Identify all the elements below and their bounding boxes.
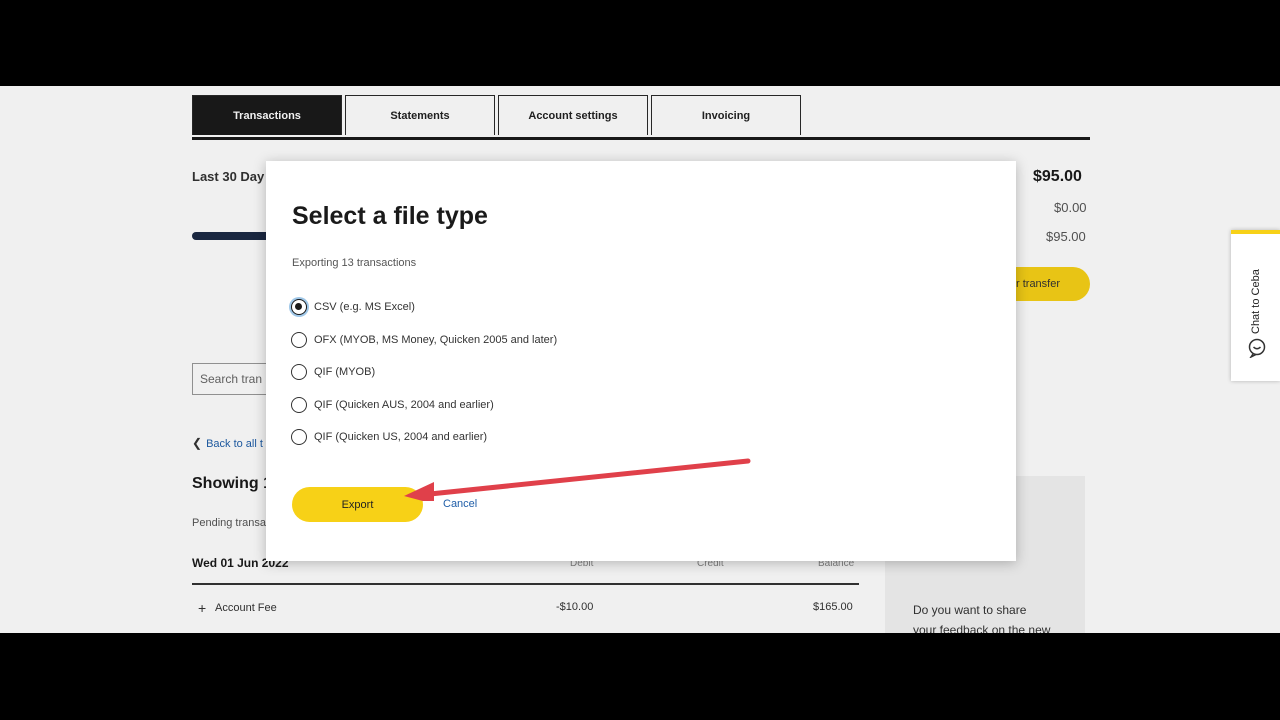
option-qif-myob-label: QIF (MYOB) [314, 366, 376, 378]
app-frame: Transactions Statements Account settings… [0, 86, 1280, 633]
dialog-subtitle: Exporting 13 transactions [292, 257, 417, 269]
radio-csv[interactable] [291, 299, 307, 315]
annotation-arrow-icon [404, 458, 751, 501]
dialog-title: Select a file type [292, 202, 488, 230]
chat-bubble-icon [1248, 338, 1266, 358]
chat-label: Chat to Ceba [1250, 269, 1262, 335]
option-csv[interactable]: CSV (e.g. MS Excel) [291, 297, 415, 317]
chat-to-ceba-tab[interactable]: Chat to Ceba [1231, 230, 1280, 381]
file-type-dialog: Select a file type Exporting 13 transact… [266, 161, 1016, 561]
radio-ofx[interactable] [291, 332, 307, 348]
radio-qif-aus[interactable] [291, 397, 307, 413]
option-qif-us[interactable]: QIF (Quicken US, 2004 and earlier) [291, 427, 487, 447]
option-qif-aus[interactable]: QIF (Quicken AUS, 2004 and earlier) [291, 395, 494, 415]
option-qif-us-label: QIF (Quicken US, 2004 and earlier) [314, 431, 488, 443]
option-csv-label: CSV (e.g. MS Excel) [314, 301, 415, 313]
radio-qif-us[interactable] [291, 429, 307, 445]
option-qif-myob[interactable]: QIF (MYOB) [291, 362, 375, 382]
radio-qif-myob[interactable] [291, 364, 307, 380]
option-ofx-label: OFX (MYOB, MS Money, Quicken 2005 and la… [314, 334, 558, 346]
option-qif-aus-label: QIF (Quicken AUS, 2004 and earlier) [314, 399, 494, 411]
option-ofx[interactable]: OFX (MYOB, MS Money, Quicken 2005 and la… [291, 330, 557, 350]
